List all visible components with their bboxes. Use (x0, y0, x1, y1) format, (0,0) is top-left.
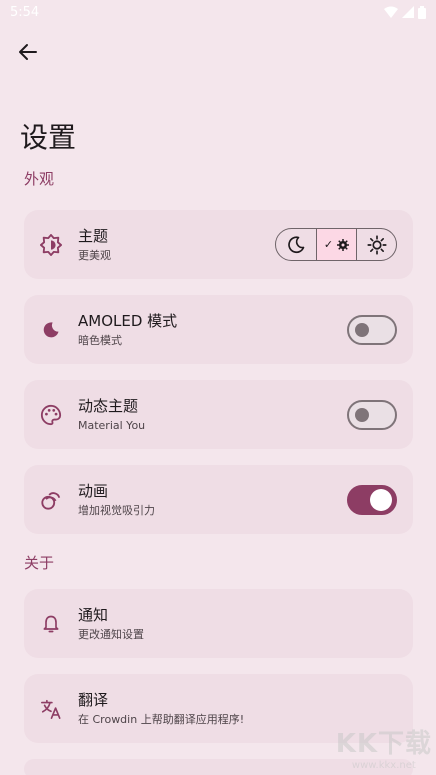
battery-icon (418, 5, 426, 19)
dynamic-theme-title: 动态主题 (78, 396, 139, 415)
status-icons (384, 5, 426, 19)
arrow-back-icon (19, 44, 37, 60)
theme-setting-card: 主题 更美观 ✓ (24, 210, 413, 279)
moon-icon (288, 235, 305, 253)
animation-setting-card[interactable]: 动画 增加视觉吸引力 (24, 465, 413, 534)
check-icon: ✓ (323, 238, 334, 251)
theme-auto-button[interactable]: ✓ (316, 229, 356, 260)
notifications-setting-card[interactable]: 通知 更改通知设置 (24, 589, 413, 658)
card-icon-wrap (24, 489, 78, 511)
switch-knob (355, 407, 369, 422)
card-icon-wrap (24, 404, 78, 426)
watermark: KK下载 www.kkx.net (336, 723, 432, 771)
dynamic-theme-switch[interactable] (347, 399, 397, 430)
amoled-setting-card[interactable]: AMOLED 模式 暗色模式 (24, 295, 413, 364)
theme-light-button[interactable] (356, 229, 396, 260)
auto-gear-icon (337, 238, 350, 251)
dark-mode-icon (43, 321, 59, 337)
dynamic-theme-subtitle: Material You (78, 418, 146, 432)
animation-icon (41, 491, 61, 510)
theme-title: 主题 (78, 226, 109, 245)
card-text: AMOLED 模式 暗色模式 (78, 311, 347, 349)
card-icon-wrap (24, 698, 78, 720)
card-text: 主题 更美观 (78, 226, 275, 264)
app-bar (0, 24, 436, 80)
amoled-switch[interactable] (347, 314, 397, 345)
card-text: 动态主题 Material You (78, 396, 347, 434)
bell-icon (43, 615, 59, 632)
card-text: 翻译 在 Crowdin 上帮助翻译应用程序! (78, 690, 413, 728)
sun-icon (366, 234, 387, 255)
notifications-title: 通知 (78, 605, 109, 624)
brightness-icon (40, 233, 62, 256)
dynamic-theme-setting-card[interactable]: 动态主题 Material You (24, 380, 413, 449)
amoled-subtitle: 暗色模式 (78, 333, 122, 347)
theme-mode-selector: ✓ (275, 228, 397, 261)
watermark-url: www.kkx.net (351, 760, 416, 771)
watermark-logo: KK下载 (335, 729, 432, 759)
translate-title: 翻译 (78, 690, 109, 709)
card-text: 动画 增加视觉吸引力 (78, 481, 347, 519)
back-button[interactable] (14, 38, 42, 66)
animation-switch[interactable] (347, 484, 397, 515)
signal-icon (402, 6, 414, 18)
page-title: 设置 (20, 121, 77, 154)
switch-knob (370, 488, 392, 511)
palette-icon (40, 404, 62, 425)
theme-dark-button[interactable] (276, 229, 316, 260)
card-text: 通知 更改通知设置 (78, 605, 413, 643)
theme-subtitle: 更美观 (78, 248, 111, 262)
section-label-about: 关于 (24, 554, 55, 572)
switch-knob (355, 322, 369, 337)
notifications-subtitle: 更改通知设置 (78, 627, 144, 641)
card-icon-wrap (24, 233, 78, 256)
animation-title: 动画 (78, 481, 109, 500)
wifi-icon (384, 6, 398, 18)
section-label-appearance: 外观 (24, 170, 55, 188)
translate-icon (41, 699, 61, 719)
status-time: 5:54 (10, 4, 40, 20)
card-icon-wrap (24, 320, 78, 340)
card-icon-wrap (24, 614, 78, 634)
status-bar: 5:54 (0, 0, 436, 24)
amoled-title: AMOLED 模式 (78, 311, 178, 330)
animation-subtitle: 增加视觉吸引力 (78, 503, 155, 517)
